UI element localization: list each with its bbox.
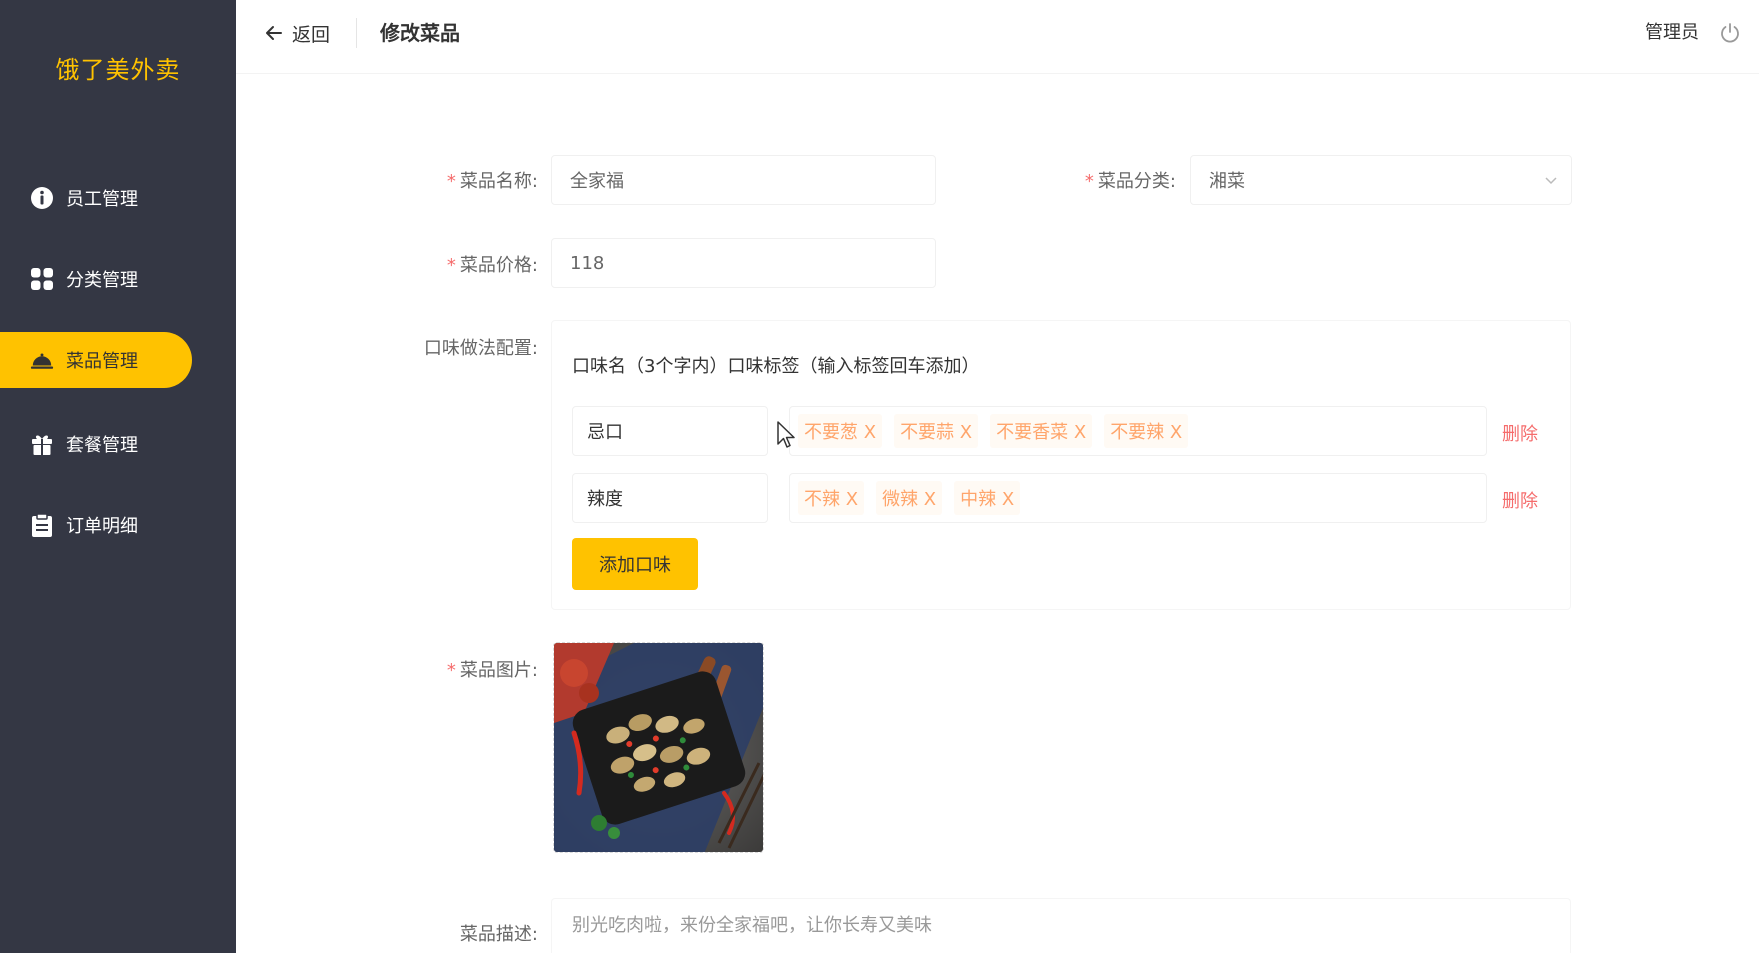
user-name[interactable]: 管理员 (1645, 18, 1699, 48)
flavor-name-input[interactable]: 辣度 (572, 473, 768, 523)
clipboard-icon (30, 513, 54, 537)
sidebar-item-label: 订单明细 (66, 516, 138, 537)
flavor-header: 口味名（3个字内）口味标签（输入标签回车添加） (572, 356, 980, 377)
category-select[interactable]: 湘菜 (1190, 155, 1572, 205)
sidebar: 饿了美外卖 员工管理 分类管理 菜品管理 套餐管理 订单明细 (0, 0, 236, 953)
sidebar-item-label: 分类管理 (66, 270, 138, 291)
flavor-label: 口味做法配置: (423, 338, 538, 359)
dish-image-upload[interactable] (553, 642, 764, 853)
flavor-tag[interactable]: 不要蒜 X (894, 414, 979, 448)
flavor-tag[interactable]: 中辣 X (954, 481, 1021, 515)
power-icon[interactable] (1719, 22, 1741, 44)
description-textarea[interactable]: 别光吃肉啦，来份全家福吧，让你长寿又美味 (551, 898, 1571, 953)
sidebar-item-orders[interactable]: 订单明细 (0, 497, 192, 553)
flavor-tags-input[interactable]: 不要葱 X 不要蒜 X 不要香菜 X 不要辣 X (789, 406, 1487, 456)
delete-flavor-button[interactable]: 删除 (1502, 420, 1538, 446)
cloche-icon (30, 348, 54, 372)
flavor-tag[interactable]: 不辣 X (798, 481, 865, 515)
flavor-tag[interactable]: 不要香菜 X (990, 414, 1093, 448)
flavor-tags-input[interactable]: 不辣 X 微辣 X 中辣 X (789, 473, 1487, 523)
delete-flavor-button[interactable]: 删除 (1502, 487, 1538, 513)
name-label: * 菜品名称: (446, 171, 538, 192)
grid-icon (30, 267, 54, 291)
desc-label: 菜品描述: (459, 924, 538, 945)
image-label: * 菜品图片: (446, 660, 538, 681)
flavor-name-input[interactable]: 忌口 (572, 406, 768, 456)
arrow-left-icon (264, 23, 284, 43)
app-logo: 饿了美外卖 (55, 56, 181, 84)
sidebar-item-label: 员工管理 (66, 189, 138, 210)
top-header: 返回 修改菜品 管理员 (236, 0, 1759, 74)
back-label: 返回 (292, 23, 331, 46)
header-divider (356, 18, 357, 48)
flavor-tag[interactable]: 不要葱 X (798, 414, 883, 448)
back-button[interactable]: 返回 (264, 18, 330, 48)
sidebar-item-category[interactable]: 分类管理 (0, 251, 192, 307)
flavor-tag[interactable]: 不要辣 X (1104, 414, 1189, 448)
add-flavor-button[interactable]: 添加口味 (572, 538, 698, 590)
sidebar-item-label: 套餐管理 (66, 435, 138, 456)
info-circle-icon (30, 186, 54, 210)
sidebar-item-employee[interactable]: 员工管理 (0, 170, 192, 226)
page-title: 修改菜品 (380, 21, 460, 45)
category-label: * 菜品分类: (1084, 171, 1176, 192)
flavor-tag[interactable]: 微辣 X (876, 481, 943, 515)
gift-icon (30, 432, 54, 456)
name-input[interactable]: 全家福 (551, 155, 936, 205)
sidebar-item-label: 菜品管理 (66, 351, 138, 372)
dish-photo (554, 643, 763, 852)
category-value: 湘菜 (1209, 171, 1245, 192)
sidebar-item-combo[interactable]: 套餐管理 (0, 416, 192, 472)
price-label: * 菜品价格: (446, 255, 538, 276)
price-input[interactable]: 118 (551, 238, 936, 288)
chevron-down-icon (1543, 172, 1559, 188)
sidebar-item-dish[interactable]: 菜品管理 (0, 332, 192, 388)
mouse-cursor-icon (776, 420, 796, 450)
